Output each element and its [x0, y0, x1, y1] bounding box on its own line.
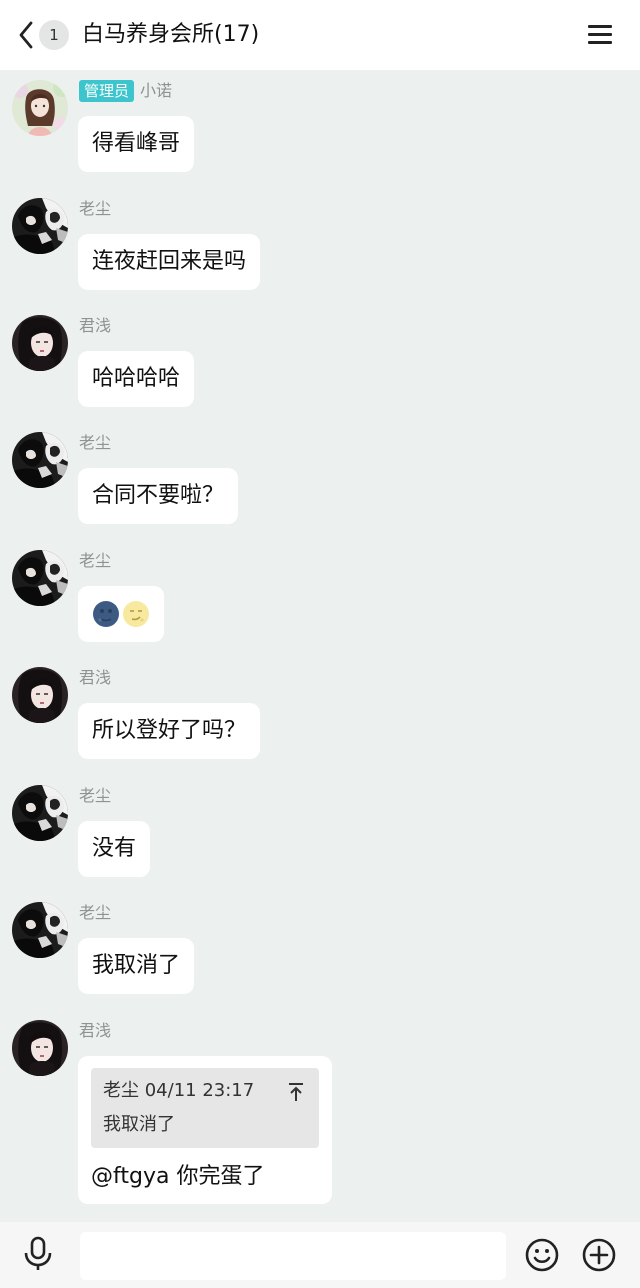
avatar[interactable]: [12, 80, 68, 136]
message-bubble[interactable]: 哈哈哈哈: [78, 351, 195, 407]
full-moon-face-icon: [123, 601, 149, 627]
plus-icon[interactable]: [582, 1238, 616, 1272]
sender-meta: 君浅: [79, 667, 111, 689]
quoted-message[interactable]: 老尘 04/11 23:17 我取消了: [91, 1068, 319, 1148]
sender-name[interactable]: 老尘: [79, 550, 111, 572]
reply-text: @ftgya 你完蛋了: [91, 1164, 265, 1189]
sender-meta: 老尘: [79, 902, 111, 924]
avatar[interactable]: [12, 432, 68, 488]
message-input[interactable]: [80, 1232, 506, 1280]
menu-icon-bar: [588, 41, 612, 44]
message-bubble[interactable]: 没有: [78, 821, 151, 877]
quoted-author-time: 老尘 04/11 23:17: [103, 1080, 255, 1101]
sender-name[interactable]: 老尘: [79, 198, 111, 220]
sender-meta: 老尘: [79, 785, 111, 807]
sender-name[interactable]: 老尘: [79, 785, 111, 807]
new-moon-face-icon: [93, 601, 119, 627]
menu-icon-bar: [588, 33, 612, 36]
message-bubble[interactable]: [78, 586, 164, 642]
avatar[interactable]: [12, 550, 68, 606]
microphone-icon[interactable]: [22, 1236, 54, 1272]
sender-name[interactable]: 君浅: [79, 1020, 111, 1042]
group-title: 白马养身会所(17): [82, 22, 260, 47]
message-list[interactable]: 管理员 小诺 得看峰哥 老尘 连夜赶回来是吗 君浅 哈哈哈哈 老尘 合同不要啦？…: [0, 70, 640, 1222]
sender-name[interactable]: 君浅: [79, 667, 111, 689]
message-bubble[interactable]: 合同不要啦？: [78, 468, 239, 524]
sender-name[interactable]: 君浅: [79, 315, 111, 337]
admin-role-badge: 管理员: [79, 80, 135, 102]
menu-button[interactable]: [588, 22, 614, 48]
chevron-left-icon: [19, 21, 33, 49]
input-bar: [0, 1222, 640, 1288]
jump-to-original-icon[interactable]: [287, 1082, 305, 1102]
avatar[interactable]: [12, 198, 68, 254]
sender-name[interactable]: 小诺: [140, 80, 172, 102]
sender-meta: 君浅: [79, 1020, 111, 1042]
reply-message-bubble[interactable]: 老尘 04/11 23:17 我取消了 @ftgya 你完蛋了: [78, 1056, 332, 1204]
sender-meta: 君浅: [79, 315, 111, 337]
quoted-text: 我取消了: [103, 1114, 175, 1135]
avatar[interactable]: [12, 315, 68, 371]
sender-meta: 管理员 小诺: [79, 80, 172, 102]
message-bubble[interactable]: 所以登好了吗？: [78, 703, 261, 759]
sender-meta: 老尘: [79, 198, 111, 220]
avatar[interactable]: [12, 1020, 68, 1076]
sender-meta: 老尘: [79, 550, 111, 572]
avatar[interactable]: [12, 667, 68, 723]
message-bubble[interactable]: 得看峰哥: [78, 116, 195, 172]
sender-name[interactable]: 老尘: [79, 902, 111, 924]
back-button[interactable]: [14, 18, 38, 52]
avatar[interactable]: [12, 785, 68, 841]
emoji-icon[interactable]: [525, 1238, 559, 1272]
avatar[interactable]: [12, 902, 68, 958]
message-bubble[interactable]: 我取消了: [78, 938, 195, 994]
menu-icon-bar: [588, 25, 612, 28]
unread-count-badge[interactable]: 1: [39, 20, 69, 50]
chat-header: 1 白马养身会所(17): [0, 0, 640, 70]
sender-meta: 老尘: [79, 432, 111, 454]
message-bubble[interactable]: 连夜赶回来是吗: [78, 234, 261, 290]
sender-name[interactable]: 老尘: [79, 432, 111, 454]
